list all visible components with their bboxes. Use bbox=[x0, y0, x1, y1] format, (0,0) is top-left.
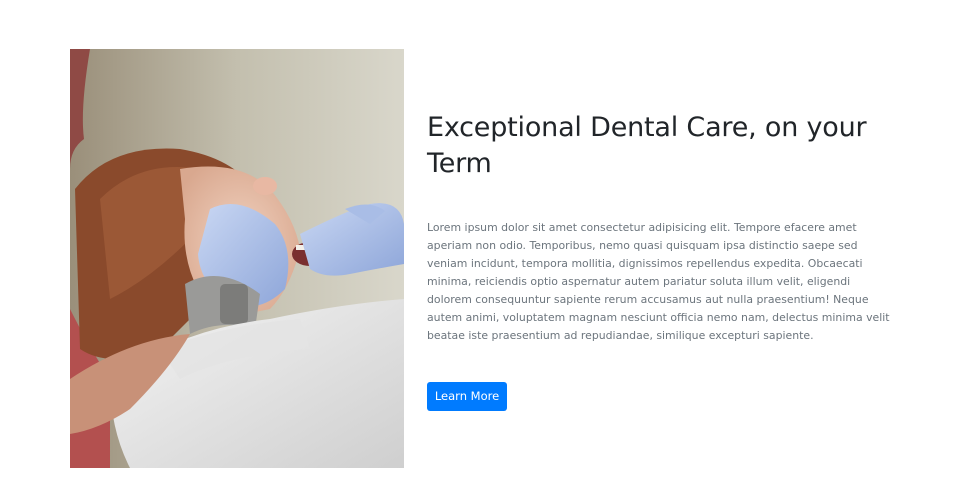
feature-description: Lorem ipsum dolor sit amet consectetur a… bbox=[427, 221, 890, 342]
feature-section: Exceptional Dental Care, on your Term Lo… bbox=[0, 0, 966, 484]
feature-heading: Exceptional Dental Care, on your Term bbox=[427, 112, 867, 179]
feature-image bbox=[70, 49, 404, 468]
feature-content: Exceptional Dental Care, on your Term Lo… bbox=[427, 110, 892, 411]
learn-more-button[interactable]: Learn More bbox=[427, 382, 507, 411]
dental-patient-illustration bbox=[70, 49, 404, 468]
